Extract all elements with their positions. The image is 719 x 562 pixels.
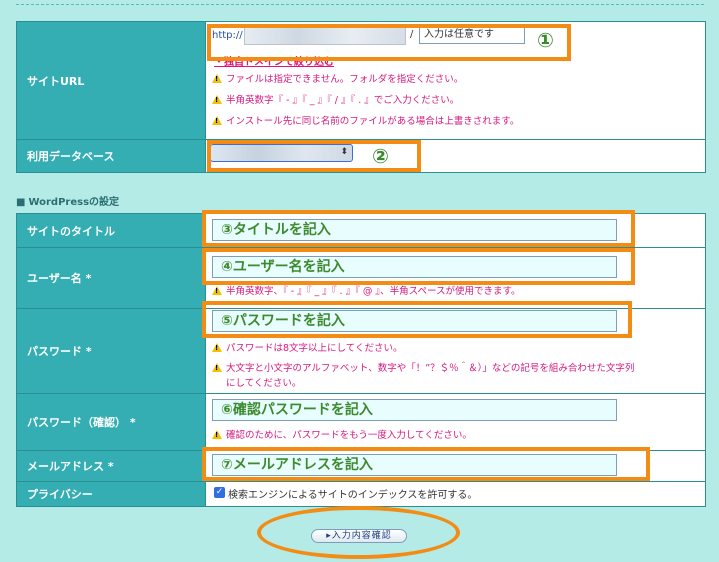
top-divider bbox=[16, 4, 704, 5]
password-confirm-input[interactable]: ⑥確認パスワードを記入 bbox=[212, 399, 617, 421]
privacy-cell: ✓ 検索エンジンによるサイトのインデックスを許可する。 bbox=[206, 482, 705, 506]
warning-icon bbox=[212, 95, 222, 104]
select-arrows-icon: ⬍ bbox=[340, 147, 348, 157]
username-input[interactable]: ④ユーザー名を記入 bbox=[212, 256, 617, 278]
password-note-2: 大文字と小文字のアルファベット、数字や「！”？＄％＾＆）」などの記号を組み合わせ… bbox=[212, 360, 634, 374]
username-label: ユーザー名 * bbox=[17, 248, 206, 308]
row-site-url: サイトURL http:// / 入力は任意です ・独自ドメインで絞り込む ファ… bbox=[17, 22, 705, 140]
search-index-checkbox[interactable]: ✓ bbox=[214, 487, 225, 498]
password-confirm-label: パスワード（確認） * bbox=[17, 394, 206, 450]
password-note-2-cont: にしてください。 bbox=[226, 378, 302, 389]
password-input[interactable]: ⑤パスワードを記入 bbox=[212, 310, 617, 332]
note-text: パスワードは8文字以上にしてください。 bbox=[226, 343, 403, 354]
url-slash: / bbox=[410, 29, 414, 40]
database-label: 利用データベース bbox=[17, 140, 206, 172]
site-title-input[interactable]: ③タイトルを記入 bbox=[212, 219, 617, 241]
note-text: 半角英数字、『 - 』『 _ 』『 . 』『 @ 』、半角スペースが使用できます… bbox=[226, 286, 521, 297]
url-directory-input[interactable]: 入力は任意です bbox=[419, 25, 525, 44]
note-text: 確認のために、パスワードをもう一度入力してください。 bbox=[226, 430, 472, 441]
custom-domain-filter-link[interactable]: ・独自ドメインで絞り込む bbox=[214, 53, 334, 68]
checkmark-icon: ✓ bbox=[215, 487, 224, 497]
note-text: 大文字と小文字のアルファベット、数字や「！”？＄％＾＆）」などの記号を組み合わせ… bbox=[226, 363, 635, 374]
privacy-label: プライバシー bbox=[17, 482, 206, 506]
row-privacy: プライバシー ✓ 検索エンジンによるサイトのインデックスを許可する。 bbox=[17, 482, 705, 506]
warning-icon bbox=[212, 74, 222, 83]
warning-icon bbox=[212, 363, 222, 372]
row-database: 利用データベース ⬍ bbox=[17, 140, 705, 172]
warning-icon bbox=[212, 286, 222, 295]
note-text: 半角英数字『 - 』『 _ 』『 / 』『 . 』でご入力ください。 bbox=[226, 95, 460, 106]
site-url-note-1: ファイルは指定できません。フォルダを指定ください。 bbox=[212, 71, 463, 85]
server-settings-table: サイトURL http:// / 入力は任意です ・独自ドメインで絞り込む ファ… bbox=[16, 21, 706, 173]
warning-icon bbox=[212, 430, 222, 439]
email-label: メールアドレス * bbox=[17, 451, 206, 481]
password-label: パスワード * bbox=[17, 309, 206, 393]
password-confirm-note: 確認のために、パスワードをもう一度入力してください。 bbox=[212, 427, 472, 441]
confirm-input-button[interactable]: ▸入力内容確認 bbox=[311, 529, 407, 543]
note-text: ファイルは指定できません。フォルダを指定ください。 bbox=[226, 74, 464, 85]
warning-icon bbox=[212, 116, 222, 125]
site-url-note-2: 半角英数字『 - 』『 _ 』『 / 』『 . 』でご入力ください。 bbox=[212, 92, 459, 106]
username-note: 半角英数字、『 - 』『 _ 』『 . 』『 @ 』、半角スペースが使用できます… bbox=[212, 283, 521, 297]
section-title-text: WordPressの設定 bbox=[28, 197, 120, 208]
warning-icon bbox=[212, 343, 222, 352]
wordpress-settings-heading: ■ WordPressの設定 bbox=[16, 193, 119, 208]
site-url-cell: http:// / 入力は任意です ・独自ドメインで絞り込む ファイルは指定でき… bbox=[206, 22, 705, 139]
square-bullet-icon: ■ bbox=[16, 197, 26, 208]
site-title-label: サイトのタイトル bbox=[17, 214, 206, 247]
database-cell: ⬍ bbox=[206, 140, 705, 172]
password-note-1: パスワードは8文字以上にしてください。 bbox=[212, 340, 402, 354]
site-url-label: サイトURL bbox=[17, 22, 206, 139]
callout-number-1: ① bbox=[537, 28, 554, 52]
callout-number-2: ② bbox=[372, 144, 389, 168]
database-select[interactable]: ⬍ bbox=[210, 144, 353, 162]
email-input[interactable]: ⑦メールアドレスを記入 bbox=[212, 454, 617, 476]
search-index-label[interactable]: 検索エンジンによるサイトのインデックスを許可する。 bbox=[228, 486, 477, 501]
url-domain-field[interactable] bbox=[244, 26, 406, 45]
site-url-note-3: インストール先に同じ名前のファイルがある場合は上書きされます。 bbox=[212, 113, 519, 127]
url-prefix: http:// bbox=[212, 30, 243, 41]
note-text: インストール先に同じ名前のファイルがある場合は上書きされます。 bbox=[226, 116, 520, 127]
